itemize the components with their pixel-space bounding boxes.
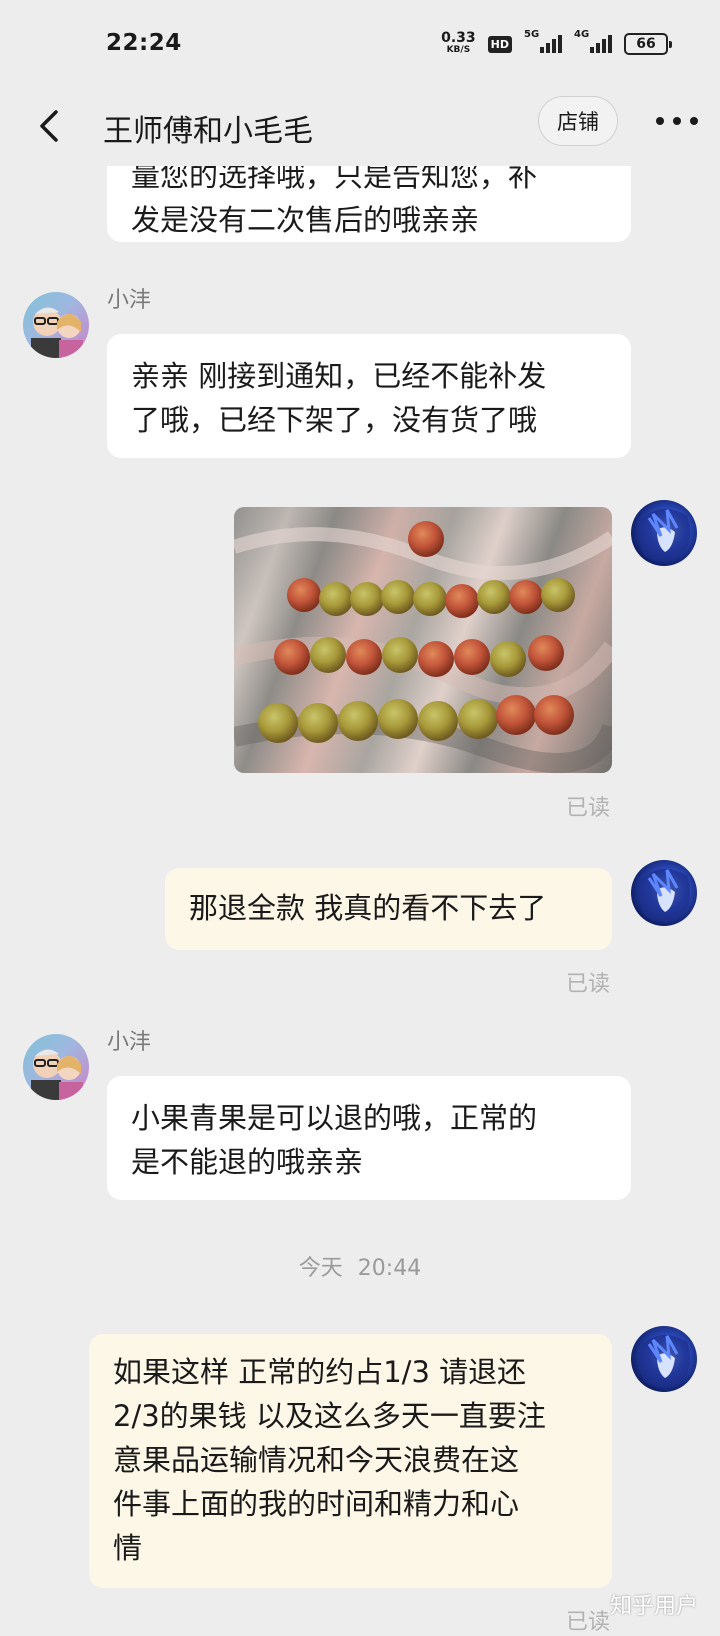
lychee-fruits-image xyxy=(234,521,612,773)
back-button[interactable] xyxy=(34,106,64,146)
watermark: 知乎用户 xyxy=(609,1594,698,1619)
avatar-illustration-icon xyxy=(638,1334,690,1388)
chat-title: 王师傅和小毛毛 xyxy=(103,114,313,149)
my-avatar[interactable] xyxy=(631,500,697,566)
network-speed-unit: KB/S xyxy=(446,45,471,55)
more-dot xyxy=(690,117,698,125)
message-line: 量您的选择哦，只是告知您，补 xyxy=(131,166,538,193)
battery-icon: 66 xyxy=(624,33,672,55)
battery-level: 66 xyxy=(636,36,656,52)
shop-avatar[interactable] xyxy=(23,1034,89,1100)
shop-avatar[interactable] xyxy=(23,292,89,358)
more-dot xyxy=(673,117,681,125)
status-indicators: 0.33 KB/S HD 5G 4G 66 xyxy=(441,29,672,56)
chat-screen: 22:24 0.33 KB/S HD 5G 4G 66 王师傅和小毛毛 店铺 量… xyxy=(0,0,720,1636)
message-line: 亲亲 刚接到通知，已经不能补发 xyxy=(131,359,547,393)
more-dot xyxy=(656,117,664,125)
signal-4g-label: 4G xyxy=(574,29,590,40)
network-speed: 0.33 KB/S xyxy=(441,30,476,56)
hd-voice-icon: HD xyxy=(487,35,512,53)
avatar-illustration-icon xyxy=(31,1049,83,1100)
message-line: 发是没有二次售后的哦亲亲 xyxy=(131,203,480,237)
more-button[interactable] xyxy=(656,106,698,136)
message-line: 情 xyxy=(113,1531,143,1565)
signal-5g-label: 5G xyxy=(524,29,540,40)
read-status: 已读 xyxy=(566,796,611,821)
message-bubble-outgoing[interactable]: 那退全款 我真的看不下去了 xyxy=(165,868,612,950)
my-avatar[interactable] xyxy=(631,1326,697,1392)
my-avatar[interactable] xyxy=(631,860,697,926)
lychee-photo[interactable] xyxy=(234,507,612,773)
status-bar: 22:24 0.33 KB/S HD 5G 4G 66 xyxy=(0,0,720,88)
time-separator-time: 20:44 xyxy=(357,1256,422,1281)
message-line: 了哦，已经下架了，没有货了哦 xyxy=(131,403,538,437)
signal-5g-icon: 5G xyxy=(524,29,562,53)
time-separator: 今天 20:44 xyxy=(0,1250,720,1282)
shop-button[interactable]: 店铺 xyxy=(538,96,618,146)
message-line: 小果青果是可以退的哦，正常的 xyxy=(131,1101,538,1135)
chevron-left-icon xyxy=(40,110,58,142)
sender-name: 小沣 xyxy=(107,1030,152,1055)
signal-4g-icon: 4G xyxy=(574,29,612,53)
message-line: 是不能退的哦亲亲 xyxy=(131,1145,364,1179)
avatar-illustration-icon xyxy=(638,868,690,922)
message-list[interactable]: 量您的选择哦，只是告知您，补 发是没有二次售后的哦亲亲 小沣 亲亲 刚接到通知，… xyxy=(0,166,720,1636)
avatar-illustration-icon xyxy=(31,307,83,358)
message-bubble-incoming[interactable]: 小果青果是可以退的哦，正常的 是不能退的哦亲亲 xyxy=(107,1076,631,1200)
avatar-illustration-icon xyxy=(638,508,690,562)
message-line: 2/3的果钱 以及这么多天一直要注 xyxy=(113,1399,546,1433)
message-line: 件事上面的我的时间和精力和心 xyxy=(113,1487,520,1521)
read-status: 已读 xyxy=(566,972,611,997)
sender-name: 小沣 xyxy=(107,288,152,313)
message-bubble-incoming[interactable]: 亲亲 刚接到通知，已经不能补发 了哦，已经下架了，没有货了哦 xyxy=(107,334,631,458)
network-speed-value: 0.33 xyxy=(441,30,476,46)
message-line: 意果品运输情况和今天浪费在这 xyxy=(113,1443,520,1477)
time-separator-day: 今天 xyxy=(298,1256,343,1281)
message-bubble-outgoing[interactable]: 如果这样 正常的约占1/3 请退还 2/3的果钱 以及这么多天一直要注 意果品运… xyxy=(89,1334,612,1588)
read-status: 已读 xyxy=(566,1610,611,1635)
message-line: 如果这样 正常的约占1/3 请退还 xyxy=(113,1355,527,1389)
status-time: 22:24 xyxy=(106,30,182,56)
nav-bar: 王师傅和小毛毛 店铺 xyxy=(0,88,720,166)
message-line: 那退全款 我真的看不下去了 xyxy=(189,891,547,925)
message-bubble-incoming[interactable]: 量您的选择哦，只是告知您，补 发是没有二次售后的哦亲亲 xyxy=(107,166,631,242)
